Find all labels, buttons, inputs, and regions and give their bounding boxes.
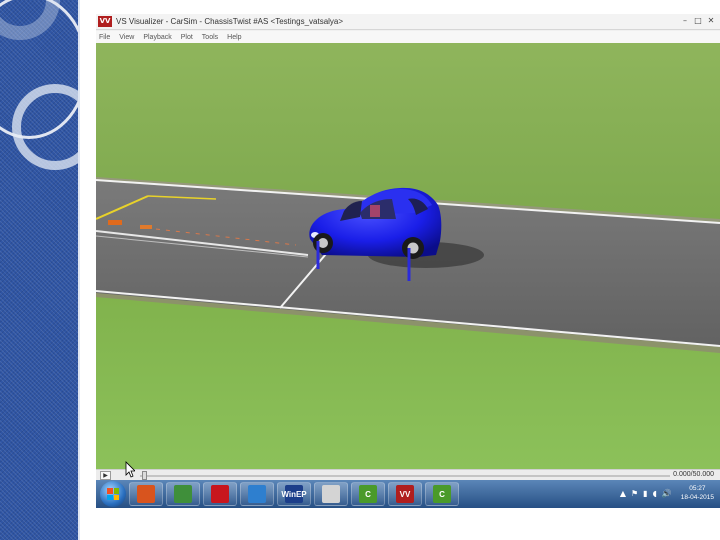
timeline-track[interactable] bbox=[140, 475, 670, 477]
slide-background bbox=[0, 0, 80, 540]
matlab-icon bbox=[137, 485, 155, 503]
acrobat-icon bbox=[211, 485, 229, 503]
cone-marker bbox=[108, 220, 122, 225]
menu-plot[interactable]: Plot bbox=[181, 34, 193, 41]
tray-expand-icon[interactable]: ▲ bbox=[620, 489, 626, 498]
screen: VV VS Visualizer - CarSim - ChassisTwist… bbox=[0, 0, 720, 540]
taskbar-app-network-globe[interactable] bbox=[240, 482, 274, 506]
taskbar-app-explorer[interactable] bbox=[166, 482, 200, 506]
taskbar-app-matlab[interactable] bbox=[129, 482, 163, 506]
menu-file[interactable]: File bbox=[99, 34, 110, 41]
menu-tools[interactable]: Tools bbox=[202, 34, 218, 41]
slide-divider bbox=[78, 0, 80, 540]
playback-bar: ▶ 0.000/50.000 bbox=[96, 461, 720, 480]
menu-help[interactable]: Help bbox=[227, 34, 241, 41]
taskbar-app-acrobat[interactable] bbox=[203, 482, 237, 506]
camtasia-green-icon: C bbox=[359, 485, 377, 503]
volume-icon[interactable]: 🔊 bbox=[662, 489, 672, 498]
battery-icon[interactable]: ▮ bbox=[643, 489, 647, 498]
driver bbox=[370, 205, 380, 217]
window-controls: – □ ✕ bbox=[680, 16, 716, 26]
clock-date: 18-04-2015 bbox=[680, 494, 714, 501]
time-readout: 0.000/50.000 bbox=[673, 471, 714, 478]
menu-bar: File View Playback Plot Tools Help bbox=[96, 31, 720, 43]
title-bar: VV VS Visualizer - CarSim - ChassisTwist… bbox=[96, 14, 720, 30]
app-window: VV VS Visualizer - CarSim - ChassisTwist… bbox=[96, 14, 720, 480]
3d-viewport[interactable] bbox=[96, 43, 720, 469]
menu-view[interactable]: View bbox=[119, 34, 134, 41]
taskbar-app-camtasia-active[interactable]: C bbox=[425, 482, 459, 506]
system-tray: ▲ ⚑ ▮ ◖ 🔊 05:27 18-04-2015 bbox=[620, 484, 714, 502]
close-button[interactable]: ✕ bbox=[706, 16, 716, 26]
taskbar-app-winep[interactable]: WinEP bbox=[277, 482, 311, 506]
paint-icon bbox=[322, 485, 340, 503]
windows-logo-icon bbox=[107, 488, 119, 500]
minimize-button[interactable]: – bbox=[680, 16, 690, 26]
explorer-icon bbox=[174, 485, 192, 503]
start-button[interactable] bbox=[100, 481, 126, 507]
taskbar-app-vs-visualizer[interactable]: VV bbox=[388, 482, 422, 506]
menu-playback[interactable]: Playback bbox=[143, 34, 171, 41]
taskbar: WinEP C VV C ▲ ⚑ ▮ ◖ 🔊 05:27 18-04-2015 bbox=[96, 480, 720, 508]
simulation-scene bbox=[96, 43, 720, 469]
winep-icon: WinEP bbox=[281, 485, 307, 503]
mouse-cursor-icon bbox=[125, 461, 135, 478]
clock-time: 05:27 bbox=[689, 485, 706, 492]
clock[interactable]: 05:27 18-04-2015 bbox=[681, 484, 714, 502]
network-icon[interactable]: ◖ bbox=[653, 489, 657, 498]
network-globe-icon bbox=[248, 485, 266, 503]
maximize-button[interactable]: □ bbox=[693, 16, 703, 26]
taskbar-app-paint[interactable] bbox=[314, 482, 348, 506]
play-button[interactable]: ▶ bbox=[100, 471, 111, 480]
app-logo-icon: VV bbox=[98, 16, 112, 27]
timeline-slider-thumb[interactable] bbox=[142, 471, 147, 480]
cone-marker bbox=[140, 225, 152, 229]
vs-visualizer-icon: VV bbox=[396, 485, 414, 503]
window-title: VS Visualizer - CarSim - ChassisTwist #A… bbox=[116, 17, 344, 26]
camtasia-active-icon: C bbox=[433, 485, 451, 503]
action-center-icon[interactable]: ⚑ bbox=[631, 489, 638, 498]
taskbar-app-camtasia-green[interactable]: C bbox=[351, 482, 385, 506]
